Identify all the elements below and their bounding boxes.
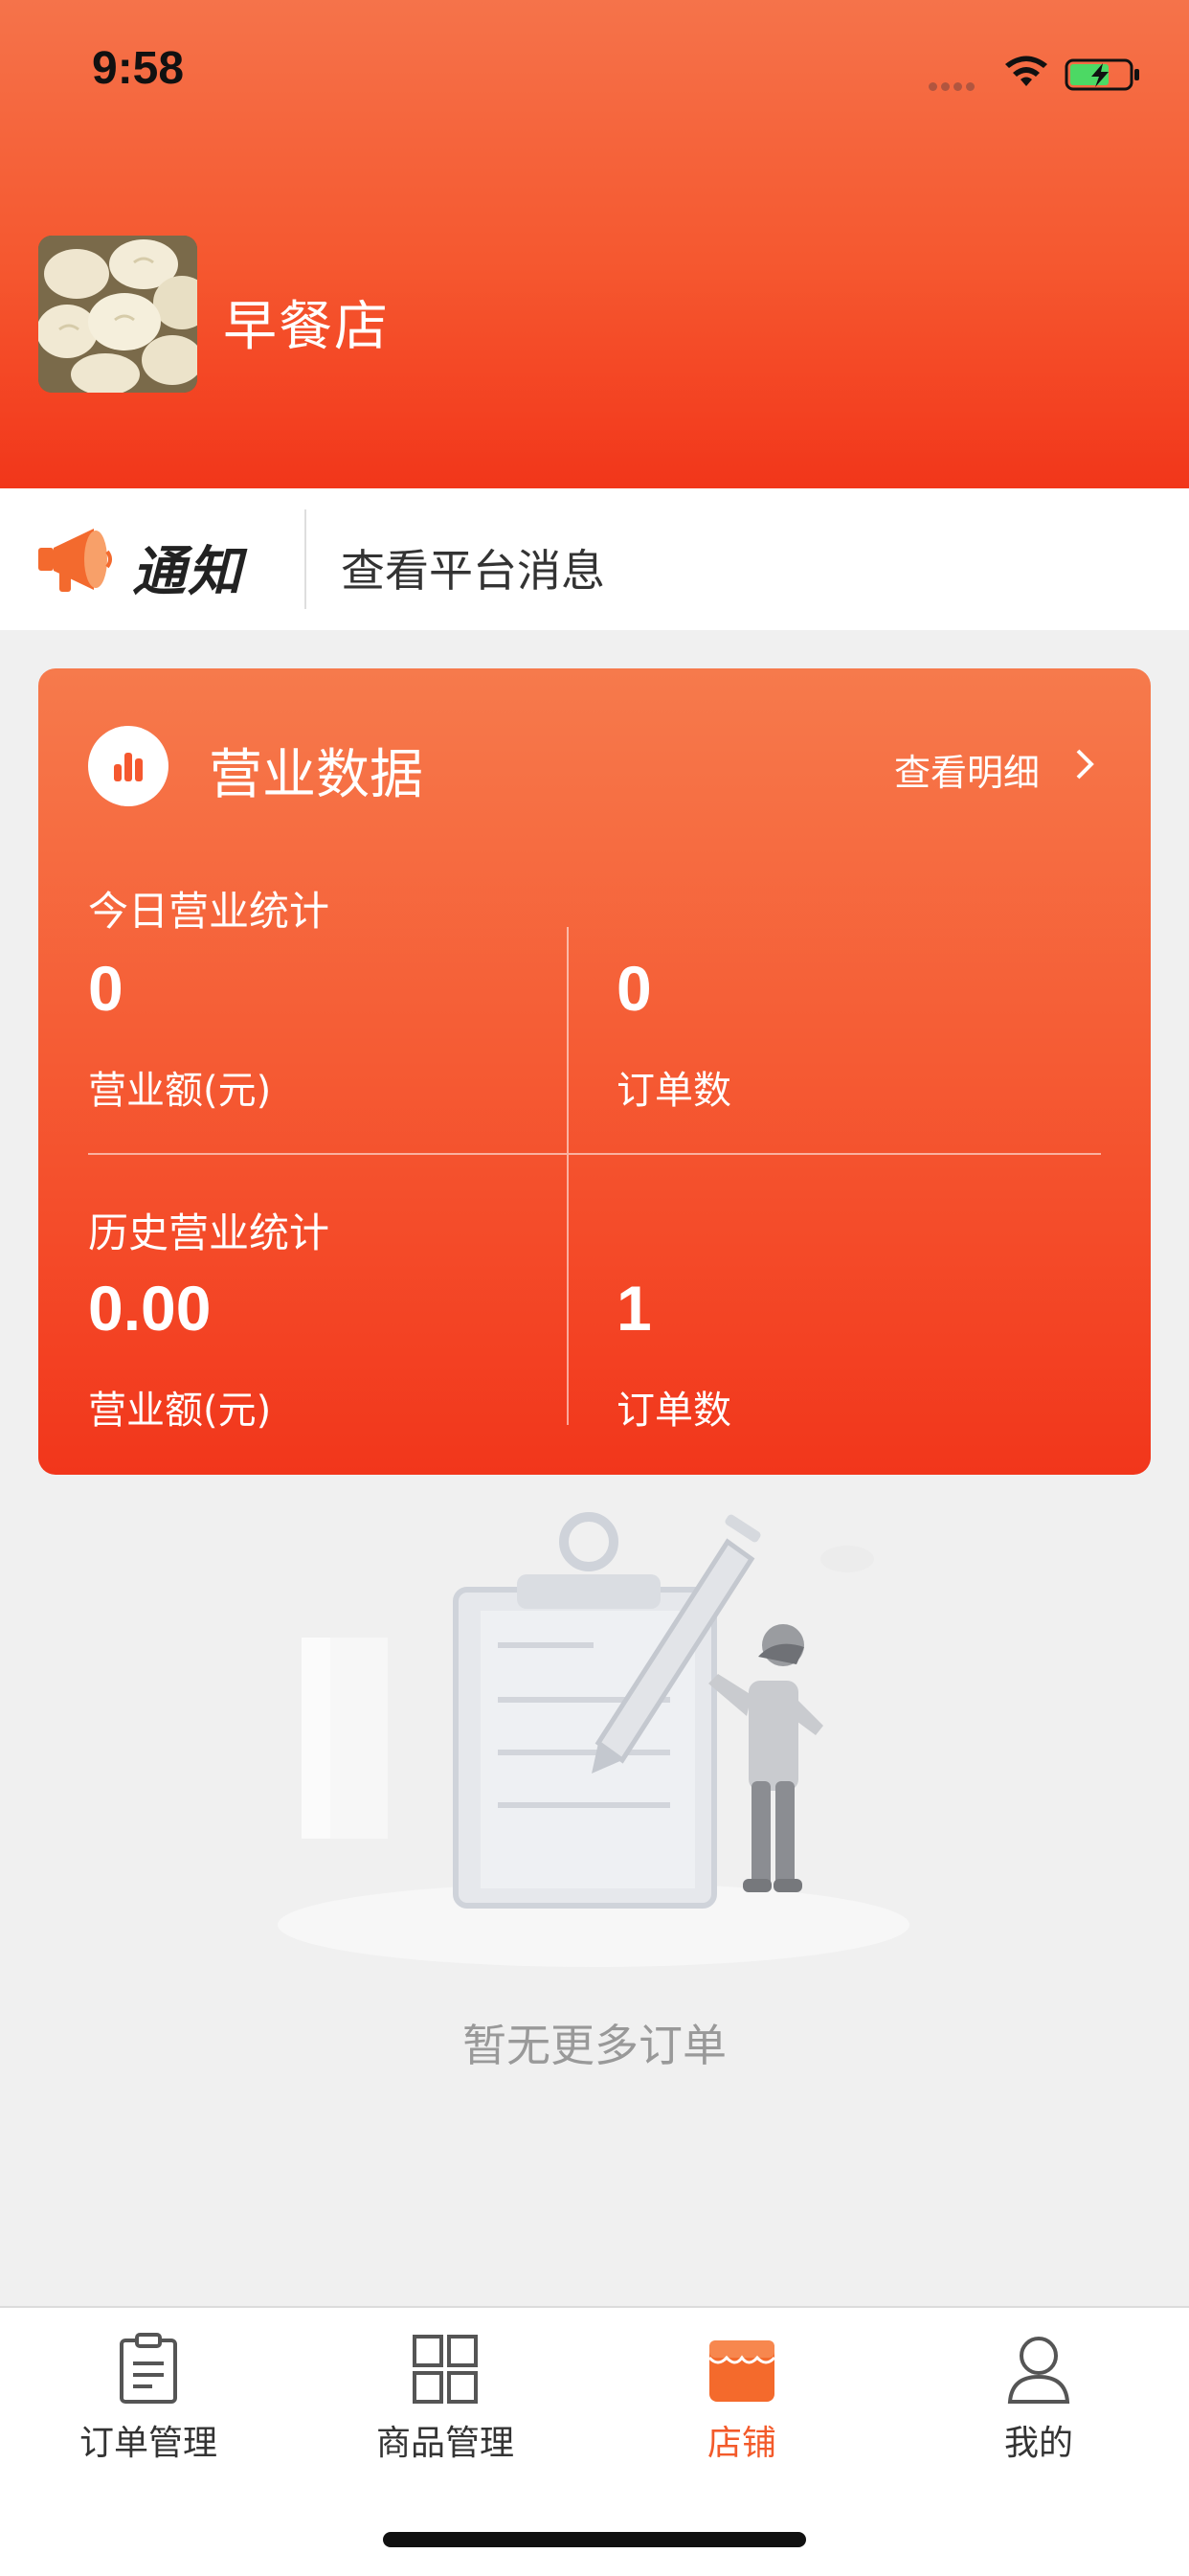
tab-mine[interactable]: 我的: [890, 2308, 1187, 2490]
history-revenue-label: 营业额(元): [88, 1389, 272, 1433]
shop-name: 早餐店: [223, 296, 390, 358]
notice-divider: [304, 509, 306, 609]
history-stats-label: 历史营业统计: [88, 1209, 330, 1256]
clipboard-icon: [120, 2333, 177, 2404]
history-divider: [567, 1155, 569, 1425]
view-detail-link[interactable]: 查看明细: [894, 743, 1040, 796]
today-stats-label: 今日营业统计: [88, 888, 330, 935]
tab-orders[interactable]: 订单管理: [0, 2308, 297, 2490]
header: 9:58 早餐店: [0, 0, 1189, 488]
status-indicators: [929, 50, 1149, 98]
megaphone-icon: [38, 529, 112, 592]
bar-chart-icon: [88, 726, 168, 806]
business-title: 营业数据: [209, 744, 423, 806]
today-revenue-label: 营业额(元): [88, 1069, 272, 1113]
tab-orders-label: 订单管理: [79, 2424, 217, 2463]
shop-icon: [707, 2340, 776, 2402]
empty-state-text: 暂无更多订单: [462, 2020, 727, 2071]
notice-bar[interactable]: 通知 查看平台消息: [0, 488, 1189, 630]
tab-products[interactable]: 商品管理: [297, 2308, 594, 2490]
battery-icon: [1065, 58, 1139, 91]
tab-products-label: 商品管理: [375, 2424, 514, 2463]
home-indicator[interactable]: [383, 2532, 806, 2547]
signal-icon: [929, 77, 986, 91]
tab-mine-label: 我的: [1003, 2424, 1073, 2463]
today-revenue-value: 0: [88, 953, 123, 1024]
notice-title: 通知: [132, 541, 243, 603]
today-orders-value: 0: [617, 953, 652, 1024]
chevron-right-icon[interactable]: [1070, 745, 1099, 783]
grid-icon: [413, 2335, 478, 2404]
empty-orders-illustration: [278, 1512, 909, 1967]
notice-link[interactable]: 查看平台消息: [341, 536, 605, 599]
shop-avatar[interactable]: [38, 236, 197, 393]
today-divider: [567, 927, 569, 1153]
section-divider: [88, 1153, 1101, 1155]
history-revenue-value: 0.00: [88, 1273, 212, 1344]
history-orders-label: 订单数: [617, 1389, 731, 1433]
business-data-card: 营业数据 查看明细 今日营业统计 0 营业额(元) 0 订单数 历史营业统计 0…: [38, 668, 1151, 1475]
tab-shop[interactable]: 店铺: [594, 2308, 890, 2490]
user-icon: [1007, 2337, 1070, 2404]
tab-shop-label: 店铺: [707, 2424, 776, 2463]
today-orders-label: 订单数: [617, 1069, 731, 1113]
status-time: 9:58: [92, 43, 185, 94]
wifi-icon: [1005, 56, 1047, 86]
buns-image-icon: [38, 236, 197, 393]
history-orders-value: 1: [617, 1273, 652, 1344]
